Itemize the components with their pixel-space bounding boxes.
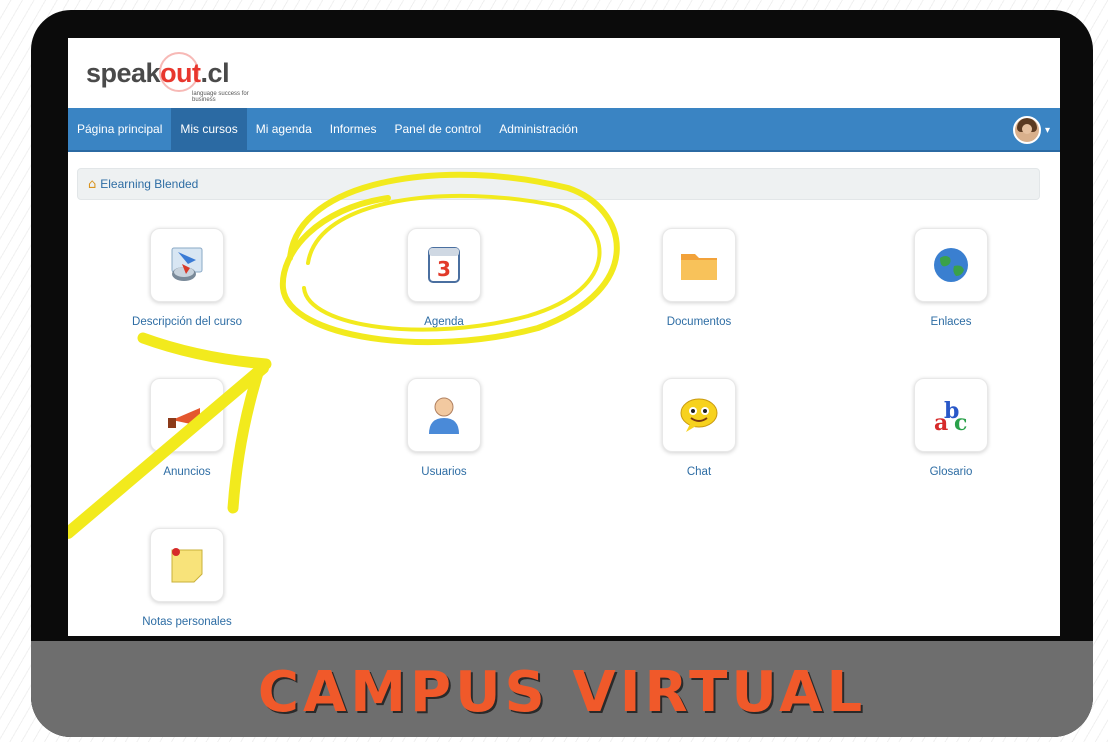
logo-ring-icon [159, 52, 199, 92]
nav-pagina-principal[interactable]: Página principal [68, 108, 171, 150]
tool-label[interactable]: Documentos [599, 316, 799, 328]
app-screen: speakout.cl language success for busines… [68, 38, 1060, 636]
tool-chat[interactable]: Chat [599, 378, 799, 478]
device-frame: speakout.cl language success for busines… [31, 10, 1093, 737]
logo-word-end: .cl [200, 58, 230, 88]
tool-label[interactable]: Agenda [344, 316, 544, 328]
speakout-logo[interactable]: speakout.cl language success for busines… [86, 52, 249, 103]
tool-label[interactable]: Enlaces [851, 316, 1051, 328]
tool-agenda[interactable]: 3 Agenda [344, 228, 544, 328]
svg-text:c: c [954, 410, 967, 436]
tool-label[interactable]: Notas personales [87, 616, 287, 628]
nav-mis-cursos[interactable]: Mis cursos [171, 108, 247, 150]
campus-virtual-caption: CAMPUS VIRTUAL [257, 660, 867, 725]
folder-icon[interactable] [662, 228, 736, 302]
tool-enlaces[interactable]: Enlaces [851, 228, 1051, 328]
tool-glosario[interactable]: a b c Glosario [851, 378, 1051, 478]
globe-icon[interactable] [914, 228, 988, 302]
user-icon[interactable] [407, 378, 481, 452]
logo-word-start: speak [86, 58, 161, 88]
sticky-note-icon[interactable] [150, 528, 224, 602]
tool-label[interactable]: Descripción del curso [87, 316, 287, 328]
course-description-icon[interactable] [150, 228, 224, 302]
logo-tagline: language success for business [192, 91, 249, 103]
tool-usuarios[interactable]: Usuarios [344, 378, 544, 478]
chevron-down-icon[interactable]: ▾ [1045, 125, 1050, 136]
tool-documentos[interactable]: Documentos [599, 228, 799, 328]
nav-panel-de-control[interactable]: Panel de control [385, 108, 490, 150]
nav-mi-agenda[interactable]: Mi agenda [247, 108, 321, 150]
chat-icon[interactable] [662, 378, 736, 452]
arrow-head-left [137, 332, 272, 370]
breadcrumb: ⌂ Elearning Blended [77, 168, 1040, 200]
svg-text:3: 3 [437, 257, 451, 281]
tool-label[interactable]: Anuncios [87, 466, 287, 478]
user-menu[interactable]: ▾ [1012, 116, 1050, 144]
nav-informes[interactable]: Informes [321, 108, 386, 150]
tool-label[interactable]: Usuarios [344, 466, 544, 478]
tool-notas[interactable]: Notas personales [87, 528, 287, 628]
tool-label[interactable]: Glosario [851, 466, 1051, 478]
home-icon[interactable]: ⌂ [88, 177, 96, 192]
tool-anuncios[interactable]: Anuncios [87, 378, 287, 478]
calendar-icon[interactable]: 3 [407, 228, 481, 302]
breadcrumb-course[interactable]: Elearning Blended [100, 177, 198, 191]
main-navbar: Página principal Mis cursos Mi agenda In… [68, 108, 1060, 152]
glossary-icon[interactable]: a b c [914, 378, 988, 452]
tool-label[interactable]: Chat [599, 466, 799, 478]
tool-descripcion[interactable]: Descripción del curso [87, 228, 287, 328]
announcements-icon[interactable] [150, 378, 224, 452]
caption-band: CAMPUS VIRTUAL [31, 641, 1093, 737]
avatar[interactable] [1012, 116, 1041, 144]
top-header: speakout.cl language success for busines… [68, 38, 1060, 108]
nav-administracion[interactable]: Administración [490, 108, 587, 150]
